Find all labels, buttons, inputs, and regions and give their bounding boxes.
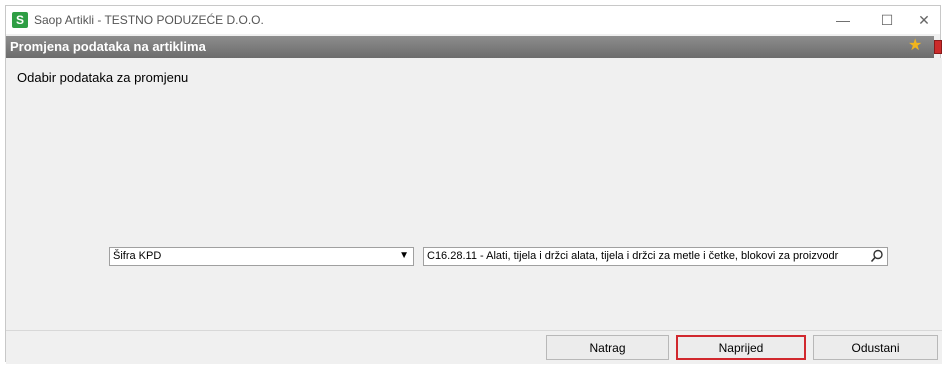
document-icon[interactable] (934, 40, 942, 54)
minimize-button[interactable]: — (828, 10, 858, 30)
app-window: S Saop Artikli - TESTNO PODUZEĆE D.O.O. … (5, 5, 942, 364)
content-area: Odabir podataka za promjenu Šifra KPD ▼ … (6, 58, 942, 330)
cancel-button[interactable]: Odustani (813, 335, 938, 360)
field-value-input[interactable]: C16.28.11 - Alati, tijela i držci alata,… (423, 247, 888, 266)
field-select-dropdown[interactable]: Šifra KPD ▼ (109, 247, 414, 266)
button-bar: Natrag Naprijed Odustani (6, 330, 942, 364)
close-button[interactable]: ✕ (909, 10, 939, 30)
field-value-text: C16.28.11 - Alati, tijela i držci alata,… (427, 250, 839, 262)
favorite-star-icon[interactable]: ★ (908, 38, 922, 54)
dialog-header-title: Promjena podataka na artiklima (10, 39, 206, 54)
search-icon[interactable] (870, 249, 884, 263)
dialog-header: Promjena podataka na artiklima (6, 36, 934, 58)
maximize-button[interactable]: ☐ (872, 10, 902, 30)
field-select-value: Šifra KPD (113, 250, 162, 262)
app-logo-icon: S (12, 12, 28, 28)
section-title: Odabir podataka za promjenu (17, 70, 189, 85)
title-bar: S Saop Artikli - TESTNO PODUZEĆE D.O.O. … (6, 6, 940, 34)
back-button[interactable]: Natrag (546, 335, 669, 360)
dropdown-arrow-icon[interactable]: ▼ (399, 250, 409, 261)
next-button[interactable]: Naprijed (676, 335, 806, 360)
window-title: Saop Artikli - TESTNO PODUZEĆE D.O.O. (34, 13, 264, 27)
